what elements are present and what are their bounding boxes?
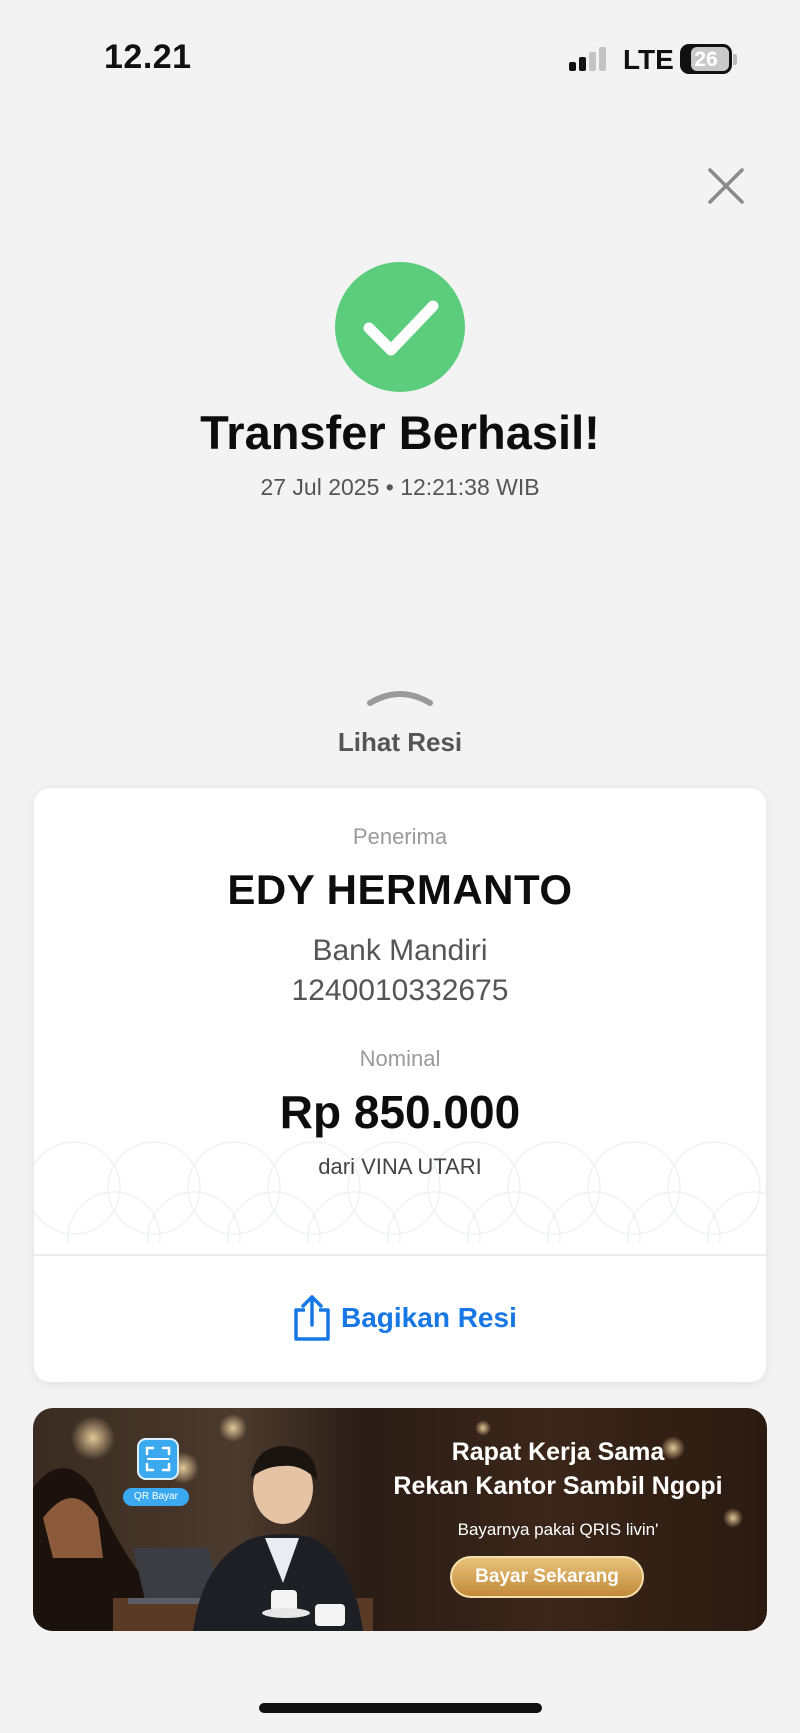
recipient-label: Penerima [352,824,448,849]
battery-tip [733,54,737,65]
network-type: LTE [623,44,674,75]
sender-name: dari VINA UTARI [318,1154,482,1179]
home-indicator[interactable] [259,1703,542,1713]
view-receipt-link[interactable]: Lihat Resi [0,727,800,758]
status-time: 12.21 [104,38,192,76]
page-title: Transfer Berhasil! [200,406,600,459]
transfer-success-screen: 12.21 LTE 26 Transfer Berhasil! 27 Jul 2… [0,0,800,1733]
promo-banner[interactable]: QR Bayar Rapat Kerja Sama Rekan Kantor S… [33,1408,767,1631]
recipient-name: EDY HERMANTO [227,866,573,913]
battery-icon: 26 [680,44,732,74]
close-button[interactable] [703,163,749,209]
status-bar: 12.21 LTE 26 [0,0,800,110]
amount-label: Nominal [359,1046,441,1071]
banner-headline-line1: Rapat Kerja Sama [451,1438,665,1466]
transfer-amount: Rp 850.000 [279,1086,521,1138]
receipt-card: Penerima EDY HERMANTO Bank Mandiri 12400… [34,788,766,1382]
signal-bars-icon [569,47,609,73]
card-background-pattern [34,1141,766,1243]
battery-level: 26 [694,48,718,71]
chevron-up-icon[interactable] [366,683,434,707]
close-icon [708,168,744,204]
banner-headline-line2: Rekan Kantor Sambil Ngopi [393,1472,723,1500]
pay-now-button[interactable]: Bayar Sekarang [450,1556,644,1598]
share-receipt-button[interactable]: Bagikan Resi [34,1256,766,1382]
transaction-datetime: 27 Jul 2025 • 12:21:38 WIB [260,474,540,500]
recipient-bank: Bank Mandiri [312,934,488,967]
share-icon [294,1295,330,1341]
qr-pay-label: QR Bayar [123,1488,189,1506]
check-circle-icon [335,262,465,392]
recipient-account-number: 1240010332675 [291,974,509,1007]
share-receipt-label: Bagikan Resi [341,1302,517,1333]
banner-subline: Bayarnya pakai QRIS livin' [457,1520,659,1539]
qr-scan-icon [137,1438,179,1480]
